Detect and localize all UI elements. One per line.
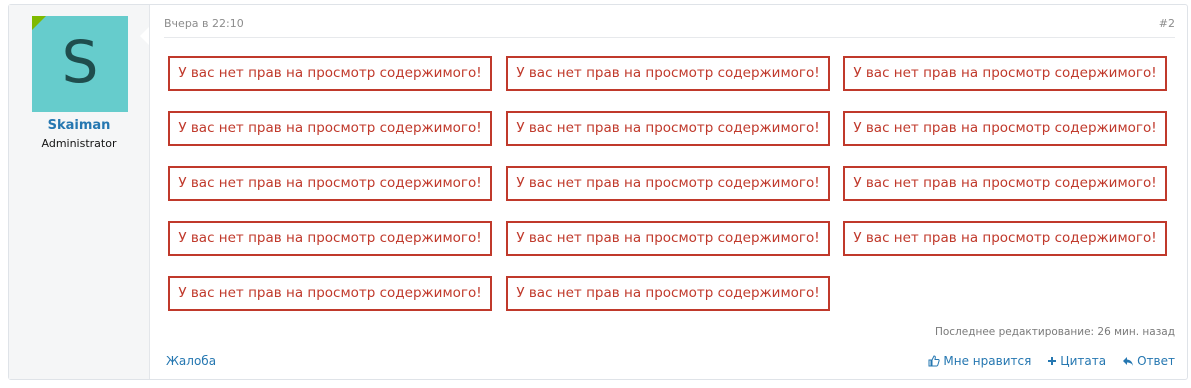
no-access-notice: У вас нет прав на просмотр содержимого! — [843, 166, 1167, 201]
last-edited-note: Последнее редактирование: 26 мин. назад — [934, 326, 1175, 338]
post-number[interactable]: #2 — [1159, 17, 1175, 30]
reply-button[interactable]: Ответ — [1122, 354, 1175, 368]
post-header: Вчера в 22:10 #2 — [164, 15, 1175, 38]
avatar[interactable]: S — [32, 16, 128, 112]
forum-post: S Skaiman Administrator Вчера в 22:10 #2… — [8, 4, 1188, 380]
like-label: Мне нравится — [943, 354, 1032, 368]
no-access-notice: У вас нет прав на просмотр содержимого! — [168, 221, 492, 256]
user-info-panel: S Skaiman Administrator — [9, 5, 150, 379]
post-actions: Мне нравится Цитата Ответ — [928, 354, 1175, 368]
message-arrow — [140, 27, 149, 45]
no-access-notice: У вас нет прав на просмотр содержимого! — [843, 221, 1167, 256]
no-access-notice: У вас нет прав на просмотр содержимого! — [843, 111, 1167, 146]
no-access-notice: У вас нет прав на просмотр содержимого! — [506, 276, 830, 311]
no-access-notice: У вас нет прав на просмотр содержимого! — [168, 111, 492, 146]
no-access-notice: У вас нет прав на просмотр содержимого! — [168, 56, 492, 91]
no-access-notice: У вас нет прав на просмотр содержимого! — [168, 166, 492, 201]
post-date[interactable]: Вчера в 22:10 — [164, 17, 244, 30]
post-footer: Жалоба Мне нравится Цитата Ответ — [164, 352, 1175, 372]
thumbs-up-icon — [928, 355, 941, 367]
reply-arrow-icon — [1123, 356, 1134, 366]
report-link[interactable]: Жалоба — [166, 354, 216, 368]
post-content: Вчера в 22:10 #2 У вас нет прав на просм… — [150, 5, 1187, 379]
quote-label: Цитата — [1060, 354, 1107, 368]
no-access-notice: У вас нет прав на просмотр содержимого! — [506, 111, 830, 146]
avatar-letter: S — [61, 28, 99, 96]
no-access-notice: У вас нет прав на просмотр содержимого! — [168, 276, 492, 311]
plus-icon — [1048, 357, 1057, 365]
username-link[interactable]: Skaiman — [9, 118, 149, 133]
quote-button[interactable]: Цитата — [1047, 354, 1106, 368]
like-button[interactable]: Мне нравится — [928, 354, 1031, 368]
no-access-notice: У вас нет прав на просмотр содержимого! — [506, 221, 830, 256]
no-access-notice: У вас нет прав на просмотр содержимого! — [843, 56, 1167, 91]
user-title: Administrator — [41, 137, 117, 150]
reply-label: Ответ — [1137, 354, 1175, 368]
no-access-notice: У вас нет прав на просмотр содержимого! — [506, 166, 830, 201]
no-access-notice: У вас нет прав на просмотр содержимого! — [506, 56, 830, 91]
